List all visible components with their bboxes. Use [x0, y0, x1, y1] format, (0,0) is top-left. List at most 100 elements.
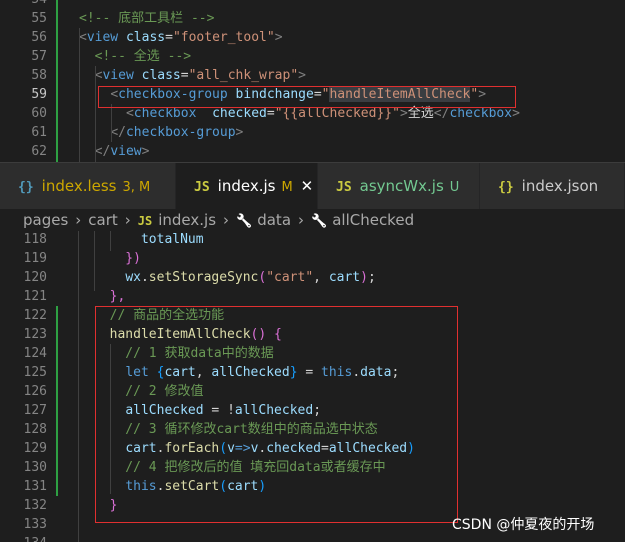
code-line[interactable]: 57 <!-- 全选 -->: [0, 47, 625, 66]
code-line[interactable]: 60 <checkbox checked="{{allChecked}}">全选…: [0, 104, 625, 123]
top-code-editor[interactable]: 5455<!-- 底部工具栏 --> 56 <view class="footer_…: [0, 0, 625, 162]
tab-index-js[interactable]: JS index.js M ✕: [176, 163, 318, 210]
code-line[interactable]: 61 </checkbox-group>: [0, 123, 625, 142]
code-token: allChecked: [234, 403, 314, 418]
code-text: }): [94, 249, 141, 268]
breadcrumb-item[interactable]: pages: [23, 209, 68, 231]
code-token: >: [235, 125, 244, 140]
code-line[interactable]: 122 // 商品的全选功能: [0, 306, 625, 325]
code-token: ): [360, 270, 368, 285]
line-number: 127: [23, 403, 47, 418]
code-line[interactable]: 56 <view class="footer_tool">: [0, 28, 625, 47]
breadcrumb-separator: ›: [223, 211, 230, 229]
code-token: forEach: [164, 441, 220, 456]
code-token: ): [407, 441, 415, 456]
code-token: ;: [367, 270, 376, 285]
code-token: setStorageSync: [148, 270, 259, 285]
code-token: <!-- 全选 -->: [79, 49, 192, 64]
tab-asyncWx-js[interactable]: JS asyncWx.js U: [318, 163, 480, 209]
breadcrumb-separator: ›: [75, 211, 82, 229]
breadcrumb-separator: ›: [124, 211, 131, 229]
git-added-marker: [56, 0, 58, 162]
code-token: =: [321, 441, 329, 456]
indent-guide: [95, 66, 96, 162]
code-text: }: [94, 496, 118, 515]
editor-tab-bar: {} index.less 3, M JS index.js M ✕ JS asyncWx.js…: [0, 162, 625, 210]
code-line[interactable]: 126 // 2 修改值: [0, 382, 625, 401]
breadcrumb-item[interactable]: cart: [88, 209, 118, 231]
code-token: =: [165, 30, 173, 45]
wrench-icon: 🔧: [236, 214, 253, 229]
breadcrumb-item[interactable]: data: [257, 209, 291, 231]
code-token: class: [141, 68, 181, 83]
code-line[interactable]: 55 <!-- 底部工具栏 -->: [0, 9, 625, 28]
tab-label: index.less: [41, 177, 117, 195]
code-line[interactable]: 131 this.setCart(cart): [0, 477, 625, 496]
code-line[interactable]: 129 cart.forEach(v=>v.checked=allChecked…: [0, 439, 625, 458]
code-text: <!-- 底部工具栏 -->: [79, 9, 214, 28]
code-line[interactable]: 62 </view>: [0, 142, 625, 161]
code-line[interactable]: 132 }: [0, 496, 625, 515]
code-token: =>: [234, 441, 251, 456]
tab-git-status: M: [281, 180, 293, 195]
code-token: this: [321, 365, 353, 380]
breadcrumb-item[interactable]: index.js: [158, 209, 216, 231]
code-line[interactable]: 123 handleItemAllCheck() {: [0, 325, 625, 344]
line-number: 121: [23, 289, 47, 304]
code-line[interactable]: 58 <view class="all_chk_wrap">: [0, 66, 625, 85]
line-number: 125: [23, 365, 47, 380]
line-number: 56: [31, 30, 47, 45]
code-line[interactable]: 128 // 3 循环修改cart数组中的商品选中状态: [0, 420, 625, 439]
code-line[interactable]: 130 // 4 把修改后的值 填充回data或者缓存中: [0, 458, 625, 477]
tab-label: index.js: [217, 177, 276, 195]
tab-index-less[interactable]: {} index.less 3, M: [0, 163, 176, 209]
code-token: =: [180, 68, 189, 83]
code-token: this: [125, 479, 157, 494]
code-token: =: [266, 106, 275, 121]
code-token: checkbox-group: [118, 87, 228, 102]
code-line[interactable]: 127 allChecked = !allChecked;: [0, 401, 625, 420]
line-number: 118: [23, 232, 47, 247]
line-number: 119: [23, 251, 47, 266]
code-token: =: [313, 87, 322, 102]
code-token: (): [250, 327, 275, 342]
braces-file-icon: {}: [18, 180, 34, 195]
bottom-code-editor[interactable]: 118 totalNum 119 }) 120 wx.setStorageSync(…: [0, 231, 625, 542]
code-line[interactable]: 124 // 1 获取data中的数据: [0, 344, 625, 363]
line-number: 129: [23, 441, 47, 456]
code-token: .: [352, 365, 361, 380]
code-line[interactable]: 125 let {cart, allChecked} = this.data;: [0, 363, 625, 382]
line-number: 57: [31, 49, 47, 64]
indent-guide: [78, 231, 79, 542]
code-token: handleItemAllCheck: [109, 327, 251, 342]
code-text: <view class="all_chk_wrap">: [79, 66, 306, 85]
line-number: 59: [31, 87, 47, 102]
code-text: <view class="footer_tool">: [79, 28, 283, 47]
code-token: </: [94, 144, 111, 159]
code-line[interactable]: 59 <checkbox-group bindchange="handleIte…: [0, 85, 625, 104]
breadcrumb-separator: ›: [298, 211, 305, 229]
line-number: 126: [23, 384, 47, 399]
indent-guide: [111, 104, 112, 142]
code-token: >: [298, 68, 306, 83]
code-token: ,: [195, 365, 212, 380]
git-added-marker: [56, 306, 58, 496]
code-text: cart.forEach(v=>v.checked=allChecked): [94, 439, 415, 458]
tab-label: asyncWx.js: [359, 177, 444, 195]
code-token: bindchange: [235, 87, 314, 102]
code-token: {: [274, 327, 282, 342]
tab-index-json[interactable]: {} index.json: [480, 163, 625, 209]
code-text: handleItemAllCheck() {: [94, 325, 282, 344]
code-token: checkbox-group: [125, 125, 236, 140]
close-icon[interactable]: ✕: [301, 177, 314, 195]
code-token: allChecked: [125, 403, 204, 418]
breadcrumb-item[interactable]: allChecked: [332, 209, 414, 231]
code-line[interactable]: 54: [0, 0, 625, 9]
code-line[interactable]: 134: [0, 534, 625, 542]
code-token: <: [110, 87, 119, 102]
code-token: <: [125, 106, 134, 121]
